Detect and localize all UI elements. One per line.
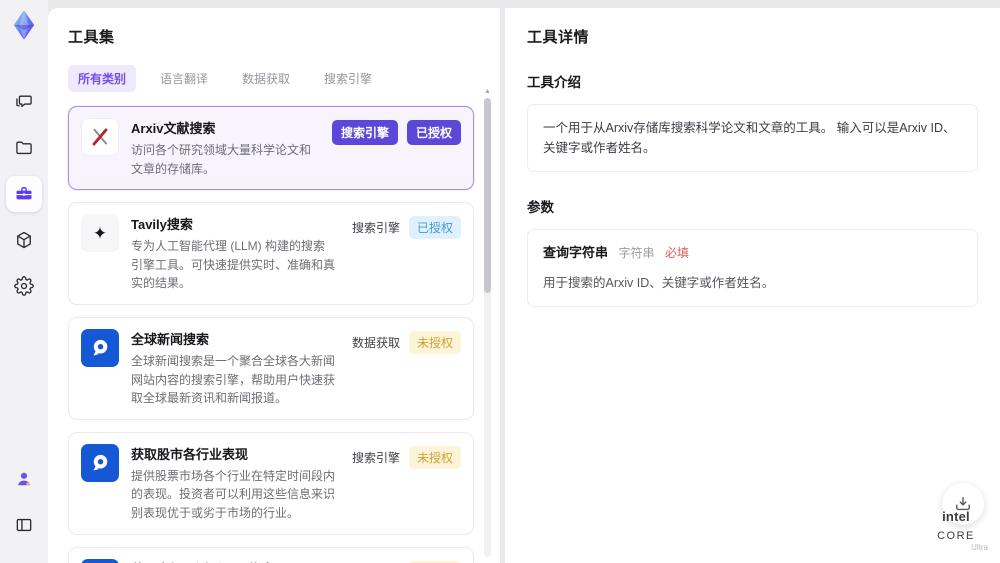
tool-card[interactable]: 获取市场最活跃股票信息 提供当天交易量最高的股票列表，投资者可以利用这些信息来识… bbox=[68, 546, 474, 563]
tool-category-tag: 搜索引擎 bbox=[331, 120, 398, 145]
param-required-badge: 必填 bbox=[665, 246, 690, 260]
category-tab-3[interactable]: 搜索引擎 bbox=[314, 65, 382, 92]
tool-card[interactable]: ✦ Tavily搜索 专为人工智能代理 (LLM) 构建的搜索引擎工具。可快速提… bbox=[68, 202, 474, 305]
sparkle-icon: ✦ bbox=[81, 214, 119, 253]
param-box: 查询字符串 字符串 必填 用于搜索的Arxiv ID、关键字或作者姓名。 bbox=[527, 229, 978, 307]
tool-card[interactable]: 全球新闻搜索 全球新闻搜索是一个聚合全球各大新闻网站内容的搜索引擎，帮助用户快速… bbox=[68, 316, 474, 420]
tool-status-badge: 未授权 bbox=[408, 445, 461, 469]
list-scrollbar[interactable]: ▲ bbox=[484, 88, 491, 557]
briefcase-icon[interactable] bbox=[6, 176, 42, 212]
tool-title: 获取股市各行业表现 bbox=[131, 446, 249, 462]
param-type: 字符串 bbox=[618, 246, 655, 260]
tool-title: 获取市场最活跃股票信息 bbox=[131, 559, 336, 563]
ultra-wordmark: Ultra bbox=[971, 543, 988, 553]
app-gem-logo bbox=[7, 8, 41, 42]
intro-box: 一个用于从Arxiv存储库搜索科学论文和文章的工具。 输入可以是Arxiv ID… bbox=[527, 104, 978, 172]
tool-category-tag: 数据获取 bbox=[351, 335, 400, 350]
main-area: 工具集 所有类别 语言翻译 数据获取 搜索引擎 Arxiv文献搜索 访问各个研究领域大… bbox=[48, 0, 1000, 563]
intel-core-logo: intel core Ultra bbox=[924, 508, 988, 553]
param-description: 用于搜索的Arxiv ID、关键字或作者姓名。 bbox=[543, 275, 775, 290]
params-heading: 参数 bbox=[527, 200, 554, 215]
tool-category-tag: 搜索引擎 bbox=[351, 221, 400, 236]
tools-list-pane: 工具集 所有类别 语言翻译 数据获取 搜索引擎 Arxiv文献搜索 访问各个研究领域大… bbox=[48, 8, 500, 563]
arxiv-x-icon bbox=[81, 118, 119, 156]
cube-icon[interactable] bbox=[6, 222, 42, 258]
category-tab-1[interactable]: 语言翻译 bbox=[150, 65, 218, 92]
core-wordmark: core bbox=[937, 529, 975, 542]
intro-text: 一个用于从Arxiv存储库搜索科学论文和文章的工具。 输入可以是Arxiv ID… bbox=[543, 121, 956, 155]
news-bubble-icon bbox=[81, 328, 119, 367]
param-header-row: 查询字符串 字符串 必填 bbox=[543, 243, 962, 264]
tool-description: 全球新闻搜索是一个聚合全球各大新闻网站内容的搜索引擎，帮助用户快速获取全球最新资… bbox=[131, 353, 336, 406]
tool-status-badge: 已授权 bbox=[406, 120, 461, 145]
category-tabs: 所有类别 语言翻译 数据获取 搜索引擎 bbox=[68, 65, 474, 92]
panel-collapse-icon[interactable] bbox=[6, 507, 42, 543]
tool-title: 全球新闻搜索 bbox=[131, 331, 210, 347]
news-bubble-icon bbox=[81, 558, 119, 563]
tool-card[interactable]: 获取股市各行业表现 提供股票市场各个行业在特定时间段内的表现。投资者可以利用这些… bbox=[68, 431, 474, 535]
tool-category-tag: 搜索引擎 bbox=[351, 450, 400, 465]
chat-icon[interactable] bbox=[6, 84, 42, 120]
app-window: 工具集 所有类别 语言翻译 数据获取 搜索引擎 Arxiv文献搜索 访问各个研究领域大… bbox=[0, 0, 1000, 563]
param-name: 查询字符串 bbox=[543, 245, 609, 260]
folder-icon[interactable] bbox=[6, 130, 42, 166]
tool-title: Arxiv文献搜索 bbox=[131, 121, 216, 136]
tool-description: 访问各个研究领域大量科学论文和文章的存储库。 bbox=[131, 143, 312, 176]
intro-heading: 工具介绍 bbox=[527, 75, 581, 90]
category-tab-2[interactable]: 数据获取 bbox=[232, 65, 300, 92]
tool-card[interactable]: Arxiv文献搜索 访问各个研究领域大量科学论文和文章的存储库。 搜索引擎 已授… bbox=[68, 106, 474, 191]
detail-title: 工具详情 bbox=[527, 29, 590, 46]
scrollbar-up-arrow[interactable]: ▲ bbox=[484, 88, 491, 95]
tool-title: Tavily搜索 bbox=[131, 217, 193, 233]
avatar-icon[interactable] bbox=[6, 461, 42, 497]
tool-status-badge: 未授权 bbox=[408, 330, 461, 354]
sparkle-star-glyph: ✦ bbox=[92, 223, 108, 243]
tool-detail-pane: 工具详情 工具介绍 一个用于从Arxiv存储库搜索科学论文和文章的工具。 输入可… bbox=[505, 8, 1000, 563]
tool-list: Arxiv文献搜索 访问各个研究领域大量科学论文和文章的存储库。 搜索引擎 已授… bbox=[68, 106, 474, 563]
tool-description: 提供股票市场各个行业在特定时间段内的表现。投资者可以利用这些信息来识别表现优于或… bbox=[131, 468, 336, 520]
news-bubble-icon bbox=[81, 443, 119, 482]
category-tab-0[interactable]: 所有类别 bbox=[68, 65, 137, 92]
left-rail bbox=[0, 0, 48, 563]
tools-page-title: 工具集 bbox=[68, 29, 115, 46]
tool-description: 专为人工智能代理 (LLM) 构建的搜索引擎工具。可快速提供实时、准确和真实的结… bbox=[131, 239, 336, 291]
tool-status-badge: 已授权 bbox=[408, 216, 461, 240]
scrollbar-thumb[interactable] bbox=[484, 98, 491, 293]
gear-icon[interactable] bbox=[6, 268, 42, 304]
intel-wordmark: intel bbox=[942, 509, 970, 525]
